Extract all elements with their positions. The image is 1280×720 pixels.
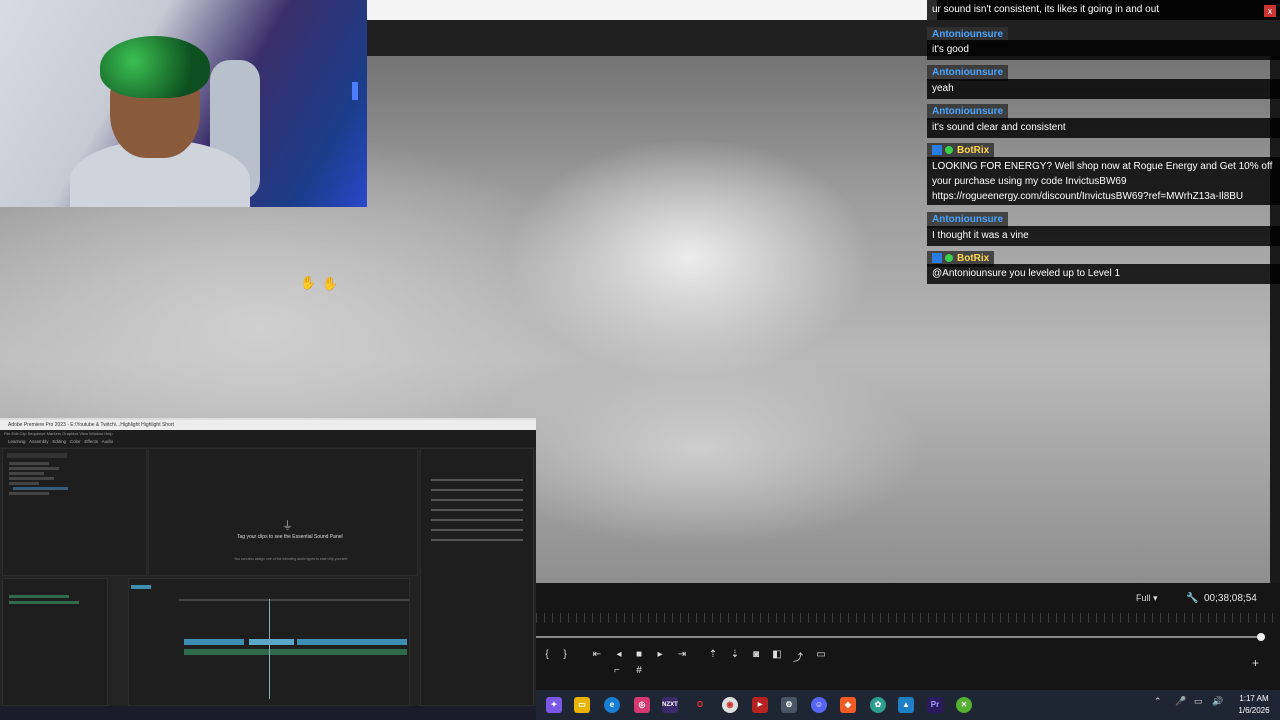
chrome-icon[interactable]: ◉ [722,697,738,713]
chat-message: it's sound clear and consistent [927,118,1280,138]
playhead-line[interactable] [269,599,270,699]
insert-icon[interactable]: ⌐ [610,665,624,676]
stop-icon[interactable]: ■ [632,649,646,660]
timeline-ruler[interactable] [179,599,409,601]
playhead-handle[interactable] [1257,633,1265,641]
online-dot-icon [945,146,953,155]
video-clip[interactable] [184,639,244,645]
menu-bar[interactable]: File Edit Clip Sequence Markers Graphics… [0,430,536,437]
chat-message: LOOKING FOR ENERGY? Well shop now at Rog… [927,157,1280,205]
go-to-in-icon[interactable]: ⇤ [590,649,604,660]
chat-overlay: ur sound isn't consistent, its likes it … [927,0,1280,290]
lumetri-panel[interactable] [420,448,534,706]
photo-viewer-icon[interactable]: ▲ [898,697,914,713]
comparison-view-icon[interactable]: ◧ [770,649,784,660]
system-clock[interactable]: 1:17 AM 1/6/2026 [1232,693,1276,717]
timecode: 00;38;08;54 [1204,593,1257,604]
premiere-icon[interactable]: Pr [927,697,943,713]
online-dot-icon [945,254,953,263]
overwrite-icon[interactable]: # [632,665,646,676]
discord-icon[interactable]: ☺ [811,697,827,713]
led-light [352,82,358,100]
go-to-out-icon[interactable]: ⇥ [675,649,689,660]
chevron-up-icon[interactable]: ⌃ [1154,696,1162,707]
mark-in-icon[interactable]: { [540,649,554,660]
instagram-icon[interactable]: ◎ [634,697,650,713]
inner-taskbar [0,706,536,720]
video-clip[interactable] [249,639,294,645]
chat-message: it's good [927,40,1280,60]
window-title: Adobe Premiere Pro 2023 - E:\Youtube & T… [0,420,536,430]
streamer-bonnet [100,36,210,98]
chat-message: yeah [927,79,1280,99]
lift-icon[interactable]: ⇡ [706,649,720,660]
hand-cursor-icon: ✋ [300,275,317,290]
chat-username-text: BotRix [957,253,990,264]
resolution-value: Full [1136,593,1151,603]
xbox-icon[interactable]: ✕ [956,697,972,713]
program-monitor-controls: Full ▾ 🔧 00;38;08;54 { } ⇤ ◂ ■ ▸ ⇥ ⇡ ⇣ ◙… [536,583,1280,690]
waveform-icon: ⏚ [282,520,293,532]
tab-effects[interactable]: Effects [84,439,98,444]
essential-sound-panel: ⏚ Tag your clips to see the Essential So… [148,448,418,576]
mark-out-icon[interactable]: } [558,649,572,660]
tab-assembly[interactable]: Assembly [29,439,49,444]
stream-app-icon[interactable]: ▶ [752,697,768,713]
brave-icon[interactable]: ◆ [840,697,856,713]
premiere-window: Adobe Premiere Pro 2023 - E:\Youtube & T… [0,418,536,706]
step-back-icon[interactable]: ◂ [612,649,626,660]
tab-color[interactable]: Color [70,439,81,444]
audio-clip[interactable] [184,649,407,655]
time-ruler[interactable] [536,613,1280,623]
chat-message: @Antoniounsure you leveled up to Level 1 [927,264,1280,284]
effects-panel[interactable] [2,448,147,576]
volume-icon[interactable]: 🔊 [1212,696,1223,707]
hand-cursor-icon: ✋ [322,276,339,291]
tab-editing[interactable]: Editing [52,439,66,444]
top-browser-bar [367,0,937,20]
file-explorer-icon[interactable]: ▭ [574,697,590,713]
extract-icon[interactable]: ⇣ [728,649,742,660]
scrub-bar[interactable] [536,636,1264,638]
settings-icon[interactable]: ⚙ [781,697,797,713]
add-button-icon[interactable]: + [1252,656,1259,670]
essential-sound-sub: You can also assign one of the following… [234,557,348,561]
chat-username-text: BotRix [957,145,990,156]
tab-learning[interactable]: Learning [8,439,26,444]
copilot-icon[interactable]: ✦ [546,697,562,713]
chat-message: I thought it was a vine [927,226,1280,246]
edge-icon[interactable]: e [604,697,620,713]
taskbar: ✦ ▭ e ◎ NZXT O ◉ ▶ ⚙ ☺ ◆ ✿ ▲ Pr ✕ ⌃ 🎤 ▭ … [536,690,1280,720]
webcam-overlay [0,0,367,207]
bot-badge-icon [932,253,942,264]
screen: ✋ ✋ ur sound isn't consistent, its likes… [0,0,1280,720]
wrench-icon[interactable]: 🔧 [1186,593,1198,604]
microphone-icon[interactable]: 🎤 [1175,696,1186,707]
photos-icon[interactable]: ✿ [870,697,886,713]
step-forward-icon[interactable]: ▸ [653,649,667,660]
effects-search[interactable] [7,453,67,458]
display-icon[interactable]: ▭ [1194,696,1203,707]
clock-date: 1/6/2026 [1238,706,1270,715]
clock-time: 1:17 AM [1239,694,1269,703]
tab-audio[interactable]: Audio [102,439,114,444]
camera-icon[interactable]: ◙ [749,649,763,660]
safe-margins-icon[interactable]: ▭ [814,649,828,660]
bot-badge-icon [932,145,942,156]
opera-icon[interactable]: O [692,697,708,713]
essential-sound-title: Tag your clips to see the Essential Soun… [237,534,343,540]
timeline-panel[interactable] [128,578,410,706]
video-clip[interactable] [297,639,407,645]
nzxt-icon[interactable]: NZXT [662,697,678,713]
project-panel[interactable] [2,578,108,706]
timecode-display [131,585,151,589]
resolution-select[interactable]: Full ▾ [1136,593,1174,607]
export-frame-icon[interactable]: ⤴ [791,649,805,664]
chat-message: ur sound isn't consistent, its likes it … [927,0,1280,20]
close-icon[interactable]: x [1264,5,1276,17]
workspace-tabs[interactable]: Learning Assembly Editing Color Effects … [0,437,536,447]
